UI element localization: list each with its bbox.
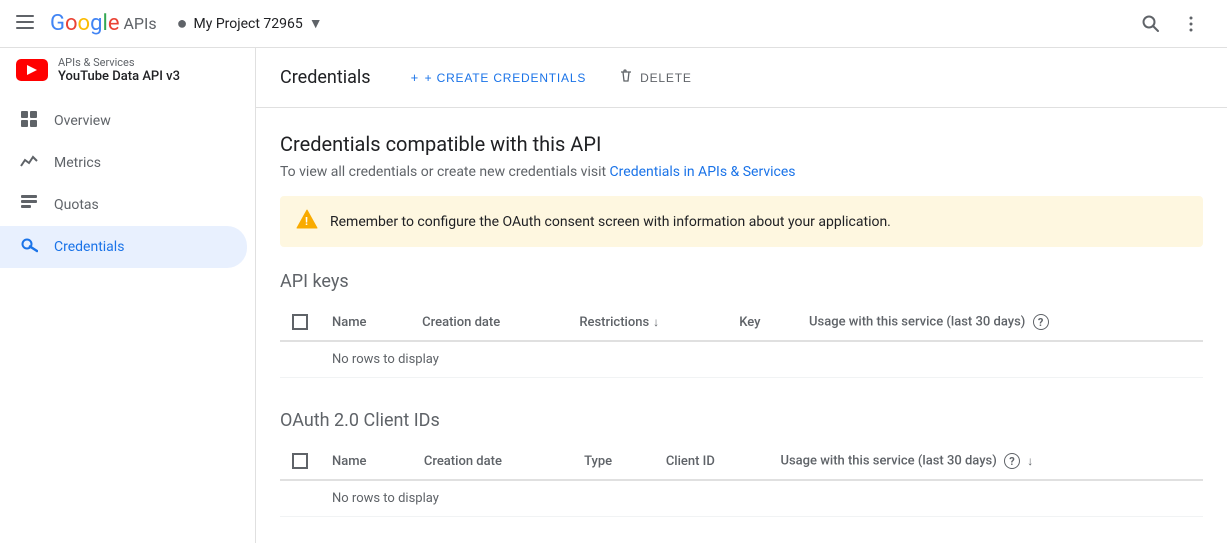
api-keys-usage-col: Usage with this service (last 30 days) ? bbox=[797, 304, 1203, 341]
youtube-logo bbox=[16, 59, 48, 81]
more-options-icon[interactable] bbox=[1171, 4, 1211, 44]
create-credentials-button[interactable]: + + CREATE CREDENTIALS bbox=[403, 64, 595, 91]
content-area: Credentials + + CREATE CREDENTIALS DELET… bbox=[256, 48, 1227, 543]
apis-text: APIs bbox=[123, 14, 156, 33]
sidebar-app-header: APIs & Services YouTube Data API v3 bbox=[0, 48, 255, 92]
oauth-table-header-row: Name Creation date Type Client ID Usage … bbox=[280, 443, 1203, 480]
hamburger-icon[interactable] bbox=[16, 13, 34, 35]
sidebar-item-quotas-label: Quotas bbox=[54, 197, 99, 213]
sidebar-api-name: APIs & Services YouTube Data API v3 bbox=[58, 56, 180, 84]
oauth-usage-label: Usage with this service (last 30 days) bbox=[780, 454, 996, 469]
main-layout: APIs & Services YouTube Data API v3 Over… bbox=[0, 48, 1227, 543]
sidebar-item-overview-label: Overview bbox=[54, 113, 111, 129]
page-header: Credentials + + CREATE CREDENTIALS DELET… bbox=[256, 48, 1227, 108]
api-keys-restrictions-col[interactable]: Restrictions ↓ bbox=[567, 304, 727, 341]
metrics-icon bbox=[20, 152, 38, 174]
oauth-usage-sort-icon[interactable]: ↓ bbox=[1027, 454, 1033, 468]
api-keys-table: Name Creation date Restrictions ↓ Key Us… bbox=[280, 304, 1203, 378]
google-logo: Google bbox=[50, 11, 119, 36]
sidebar-item-metrics[interactable]: Metrics bbox=[0, 142, 247, 184]
delete-trash-icon bbox=[618, 68, 634, 87]
oauth-title: OAuth 2.0 Client IDs bbox=[280, 410, 1203, 431]
sidebar-service-label: APIs & Services bbox=[58, 56, 180, 69]
create-plus-icon: + bbox=[411, 70, 419, 85]
create-credentials-label: + CREATE CREDENTIALS bbox=[425, 71, 586, 85]
project-dropdown-icon: ▼ bbox=[309, 15, 323, 32]
quotas-icon bbox=[20, 194, 38, 216]
api-keys-usage-label: Usage with this service (last 30 days) bbox=[809, 315, 1025, 330]
restrictions-sort[interactable]: Restrictions ↓ bbox=[579, 315, 715, 330]
restrictions-sort-icon: ↓ bbox=[653, 315, 659, 329]
page-title: Credentials bbox=[280, 67, 371, 88]
search-button[interactable] bbox=[1131, 4, 1171, 44]
warning-banner: ! Remember to configure the OAuth consen… bbox=[280, 196, 1203, 247]
oauth-select-all-checkbox[interactable] bbox=[292, 453, 308, 469]
oauth-no-rows: No rows to display bbox=[320, 480, 1203, 517]
sidebar-item-overview[interactable]: Overview bbox=[0, 100, 247, 142]
sidebar-item-credentials-label: Credentials bbox=[54, 239, 124, 255]
sidebar-item-quotas[interactable]: Quotas bbox=[0, 184, 247, 226]
api-keys-no-rows: No rows to display bbox=[320, 341, 1203, 378]
credentials-icon bbox=[20, 236, 38, 258]
oauth-name-col: Name bbox=[320, 443, 412, 480]
project-selector[interactable]: ● My Project 72965 ▼ bbox=[177, 13, 323, 34]
warning-message: Remember to configure the OAuth consent … bbox=[330, 214, 891, 230]
sidebar-item-metrics-label: Metrics bbox=[54, 155, 101, 171]
content-body: Credentials compatible with this API To … bbox=[256, 108, 1227, 543]
api-keys-checkbox-col bbox=[280, 304, 320, 341]
overview-icon bbox=[20, 110, 38, 132]
warning-icon: ! bbox=[296, 208, 318, 235]
project-dot-icon: ● bbox=[177, 13, 188, 34]
api-keys-title: API keys bbox=[280, 271, 1203, 292]
sidebar-navigation: Overview Metrics Quotas bbox=[0, 100, 255, 268]
section-description: To view all credentials or create new cr… bbox=[280, 164, 1203, 180]
api-keys-name-col: Name bbox=[320, 304, 410, 341]
delete-button[interactable]: DELETE bbox=[610, 62, 699, 93]
sidebar: APIs & Services YouTube Data API v3 Over… bbox=[0, 48, 256, 543]
api-keys-no-rows-row: No rows to display bbox=[280, 341, 1203, 378]
sidebar-api-title: YouTube Data API v3 bbox=[58, 69, 180, 84]
oauth-table: Name Creation date Type Client ID Usage … bbox=[280, 443, 1203, 517]
oauth-checkbox-col bbox=[280, 443, 320, 480]
api-keys-usage-help-icon[interactable]: ? bbox=[1033, 314, 1049, 330]
restrictions-label: Restrictions bbox=[579, 315, 649, 330]
project-name: My Project 72965 bbox=[194, 16, 303, 32]
sidebar-item-credentials[interactable]: Credentials bbox=[0, 226, 247, 268]
credentials-link[interactable]: Credentials in APIs & Services bbox=[610, 164, 796, 180]
api-keys-section: API keys Name Creation date Restrictions bbox=[280, 271, 1203, 378]
main-section-title: Credentials compatible with this API bbox=[280, 132, 1203, 156]
oauth-client-id-col: Client ID bbox=[654, 443, 769, 480]
top-navigation: Google APIs ● My Project 72965 ▼ bbox=[0, 0, 1227, 48]
oauth-no-rows-row: No rows to display bbox=[280, 480, 1203, 517]
desc-text: To view all credentials or create new cr… bbox=[280, 164, 610, 180]
api-keys-select-all-checkbox[interactable] bbox=[292, 314, 308, 330]
api-keys-creation-col: Creation date bbox=[410, 304, 567, 341]
api-keys-table-header-row: Name Creation date Restrictions ↓ Key Us… bbox=[280, 304, 1203, 341]
oauth-creation-col: Creation date bbox=[412, 443, 572, 480]
oauth-usage-help-icon[interactable]: ? bbox=[1004, 453, 1020, 469]
delete-label: DELETE bbox=[640, 71, 691, 85]
svg-text:!: ! bbox=[305, 215, 308, 228]
api-keys-key-col: Key bbox=[727, 304, 797, 341]
oauth-usage-col: Usage with this service (last 30 days) ?… bbox=[768, 443, 1203, 480]
oauth-section: OAuth 2.0 Client IDs Name Creation date … bbox=[280, 410, 1203, 517]
oauth-type-col: Type bbox=[572, 443, 654, 480]
